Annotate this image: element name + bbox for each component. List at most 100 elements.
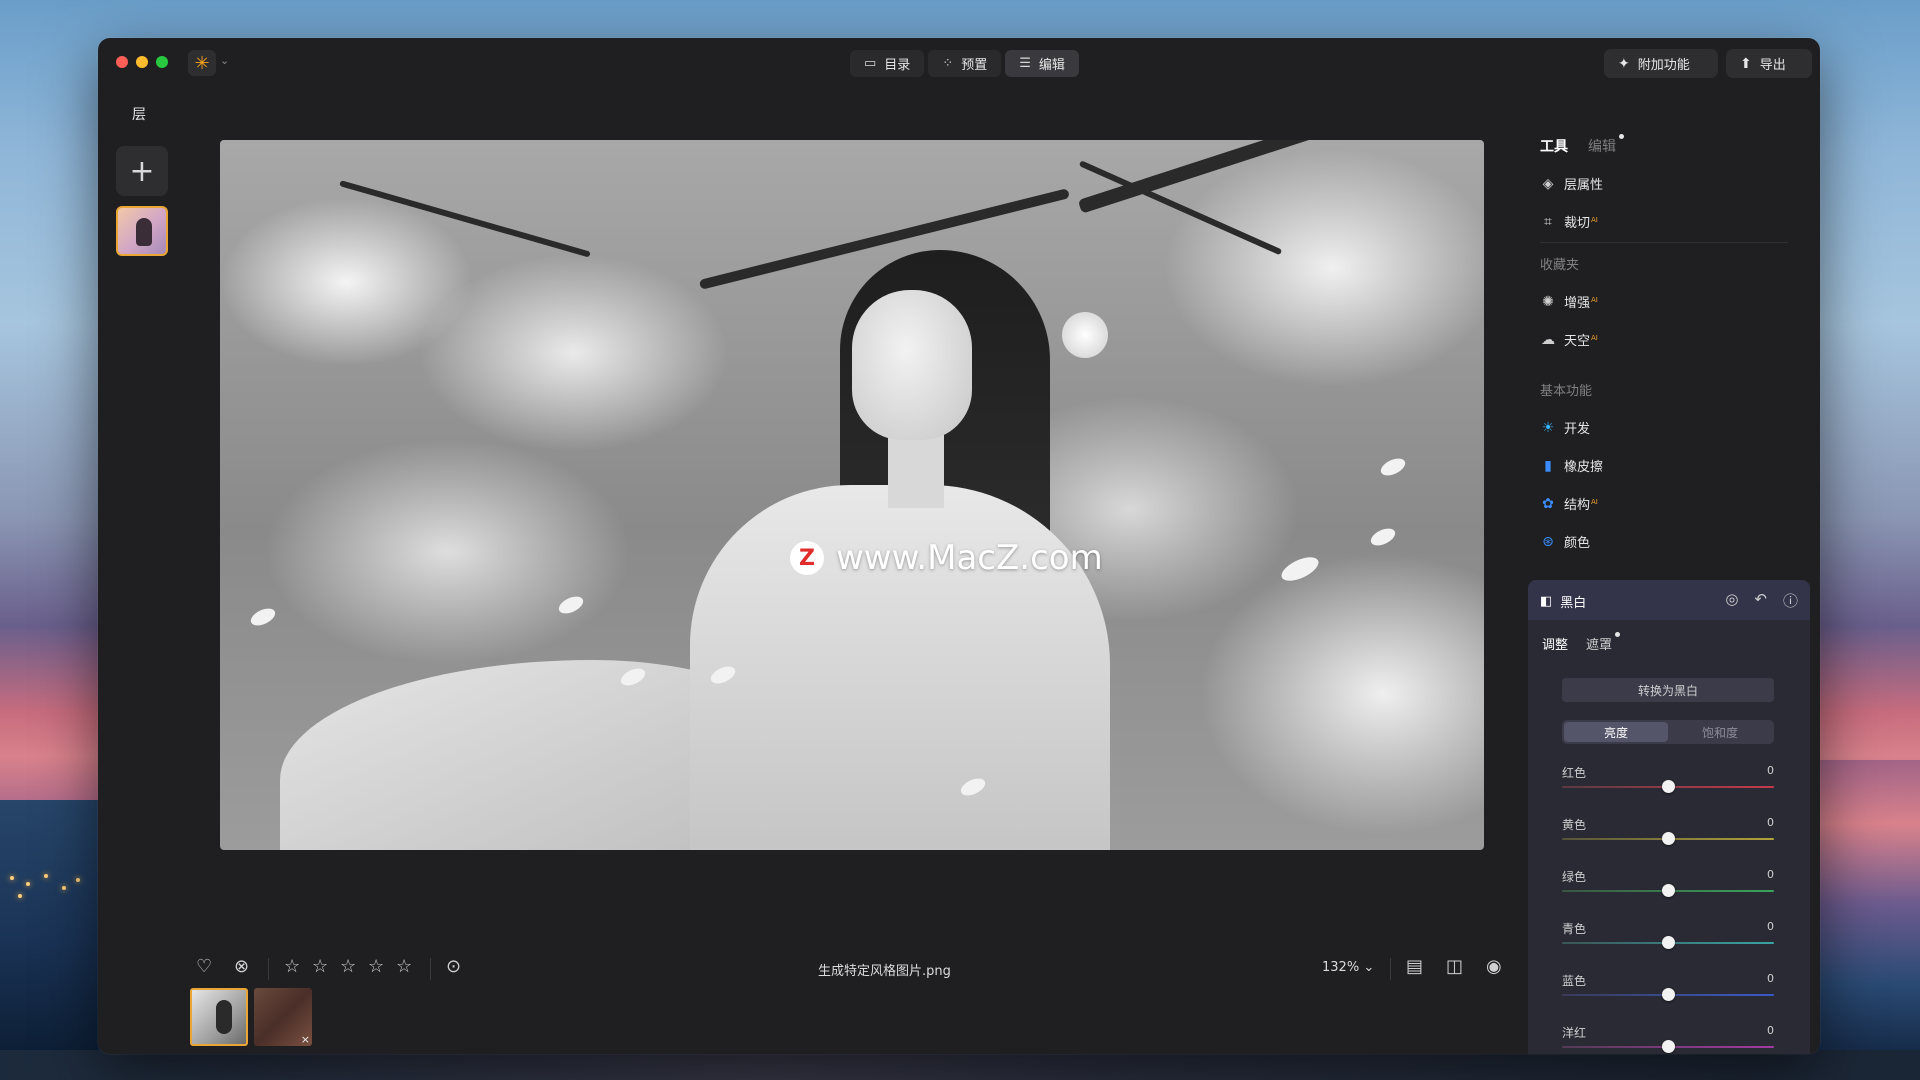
star-5-icon[interactable]: ☆	[396, 956, 412, 977]
bottom-toolbar: ♡ ⊗ ☆ ☆ ☆ ☆ ☆ ⊙ 生成特定风格图片.png 132% ⌄ ▤ ◫ …	[98, 950, 1518, 986]
tool-color[interactable]: ⊛ 颜色	[1540, 532, 1590, 552]
title-bar: ✳ ⌄ ▭ 目录 ⁘ 预置 ☰ 编辑 ✦ 附加功能 ⬆ 导出	[98, 38, 1820, 86]
filmstrip: ×	[190, 988, 312, 1050]
layers-icon: ◈	[1542, 175, 1554, 192]
window-controls	[116, 56, 168, 68]
layers-title: 层	[132, 107, 146, 123]
panel-tabs: 工具 编辑	[1540, 134, 1624, 156]
sliders-icon: ☰	[1019, 56, 1031, 71]
eraser-icon: ▮	[1544, 457, 1552, 474]
reject-icon[interactable]: ⊗	[234, 956, 249, 977]
mode-presets-button[interactable]: ⁘ 预置	[928, 50, 1002, 77]
segment-luminance[interactable]: 亮度	[1564, 722, 1668, 742]
info-icon[interactable]: ⓘ	[1783, 590, 1798, 611]
convert-to-bw-button[interactable]: 转换为黑白	[1562, 678, 1774, 702]
app-menu-button[interactable]: ✳	[188, 50, 216, 76]
undo-icon[interactable]: ↶	[1754, 590, 1767, 611]
watermark-text: www.MacZ.com	[836, 538, 1103, 578]
filmstrip-thumbnail-2[interactable]: ×	[254, 988, 312, 1046]
export-button[interactable]: ⬆ 导出	[1726, 49, 1812, 78]
favorites-label: 收藏夹	[1540, 258, 1580, 273]
plus-icon: +	[129, 153, 155, 189]
layer-thumbnail[interactable]	[116, 206, 168, 256]
eye-icon[interactable]: ◉	[1486, 956, 1502, 977]
tool-enhance[interactable]: ✺ 增强AI	[1540, 292, 1598, 312]
extras-button[interactable]: ✦ 附加功能	[1604, 49, 1718, 78]
photo-hair-flower	[1062, 312, 1108, 358]
filmstrip-thumbnail-1[interactable]	[190, 988, 248, 1046]
file-name: 生成特定风格图片.png	[818, 964, 951, 979]
eye-icon[interactable]: ◎	[1725, 590, 1738, 611]
photo-petal	[1368, 525, 1398, 549]
slider-thumb[interactable]	[1662, 884, 1675, 897]
maximize-window-button[interactable]	[156, 56, 168, 68]
edit-indicator-dot	[1619, 134, 1624, 139]
luminar-logo-icon: ✳	[194, 52, 210, 74]
tool-sky[interactable]: ☁ 天空AI	[1540, 330, 1598, 350]
tool-develop[interactable]: ☀ 开发	[1540, 418, 1590, 438]
add-layer-button[interactable]: +	[116, 146, 168, 196]
tab-mask[interactable]: 遮罩	[1586, 632, 1621, 653]
slider-yellow: 黄色 0	[1562, 816, 1774, 856]
star-1-icon[interactable]: ☆	[284, 956, 300, 977]
slider-thumb[interactable]	[1662, 780, 1675, 793]
bw-tabs: 调整 遮罩	[1542, 632, 1621, 653]
slider-thumb[interactable]	[1662, 936, 1675, 949]
structure-icon: ✿	[1542, 495, 1554, 512]
tool-crop[interactable]: ⌗ 裁切AI	[1540, 212, 1598, 232]
toolbar-divider	[268, 958, 269, 980]
zoom-select[interactable]: 132% ⌄	[1322, 960, 1374, 975]
bw-header[interactable]: ◧ 黑白 ◎ ↶ ⓘ	[1528, 580, 1810, 620]
slider-green: 绿色 0	[1562, 868, 1774, 908]
photo-petal	[556, 593, 586, 617]
photo-face	[852, 290, 972, 440]
heart-icon[interactable]: ♡	[196, 956, 212, 977]
photo-neck	[888, 428, 944, 508]
right-panel: 工具 编辑 ◈ 层属性 ⌗ 裁切AI 收藏夹 ✺ 增强AI ☁ 天空AI 基本功…	[1528, 86, 1820, 1054]
minimize-window-button[interactable]	[136, 56, 148, 68]
photo-branch	[339, 180, 591, 258]
mode-switcher: ▭ 目录 ⁘ 预置 ☰ 编辑	[850, 50, 1079, 77]
star-3-icon[interactable]: ☆	[340, 956, 356, 977]
cloud-icon: ☁	[1541, 331, 1555, 348]
chevron-down-icon: ⌄	[1363, 960, 1375, 975]
mask-indicator-dot	[1615, 632, 1621, 637]
slider-red: 红色 0	[1562, 764, 1774, 804]
mode-edit-button[interactable]: ☰ 编辑	[1005, 50, 1079, 77]
compare-icon[interactable]: ◫	[1446, 956, 1463, 977]
close-icon[interactable]: ×	[301, 1033, 310, 1046]
tab-edits[interactable]: 编辑	[1588, 134, 1624, 156]
basic-label: 基本功能	[1540, 384, 1593, 399]
desktop-wallpaper-left	[0, 800, 98, 1080]
slider-thumb[interactable]	[1662, 1040, 1675, 1053]
photo-branch	[1077, 140, 1482, 214]
tab-tools[interactable]: 工具	[1540, 136, 1568, 156]
segment-saturation[interactable]: 饱和度	[1668, 722, 1772, 742]
slider-thumb[interactable]	[1662, 988, 1675, 1001]
mode-catalog-button[interactable]: ▭ 目录	[850, 50, 925, 77]
slider-cyan: 青色 0	[1562, 920, 1774, 960]
folder-icon: ▭	[864, 56, 877, 71]
photo-petal	[1278, 552, 1322, 586]
close-window-button[interactable]	[116, 56, 128, 68]
photo-canvas[interactable]: Z www.MacZ.com	[220, 140, 1484, 850]
tab-adjust[interactable]: 调整	[1542, 634, 1568, 653]
wallpaper-city-lights	[4, 870, 92, 910]
tool-eraser[interactable]: ▮ 橡皮擦	[1540, 456, 1603, 476]
photo-petal	[1378, 455, 1408, 479]
slider-thumb[interactable]	[1662, 832, 1675, 845]
watermark: Z www.MacZ.com	[790, 538, 1103, 578]
star-4-icon[interactable]: ☆	[368, 956, 384, 977]
more-options-icon[interactable]: ⊙	[446, 956, 461, 977]
tool-structure[interactable]: ✿ 结构AI	[1540, 494, 1598, 514]
desktop-wallpaper-bottom	[0, 1050, 1920, 1080]
app-window: ✳ ⌄ ▭ 目录 ⁘ 预置 ☰ 编辑 ✦ 附加功能 ⬆ 导出 层 + Z www…	[98, 38, 1820, 1054]
bw-header-actions: ◎ ↶ ⓘ	[1725, 590, 1798, 611]
tool-layer-properties[interactable]: ◈ 层属性	[1540, 174, 1603, 194]
toolbar-divider	[1390, 958, 1391, 980]
bw-half-icon: ◧	[1540, 594, 1553, 609]
panel-divider	[1540, 242, 1788, 243]
filmstrip-toggle-icon[interactable]: ▤	[1406, 956, 1423, 977]
star-2-icon[interactable]: ☆	[312, 956, 328, 977]
chevron-down-icon[interactable]: ⌄	[220, 54, 229, 67]
